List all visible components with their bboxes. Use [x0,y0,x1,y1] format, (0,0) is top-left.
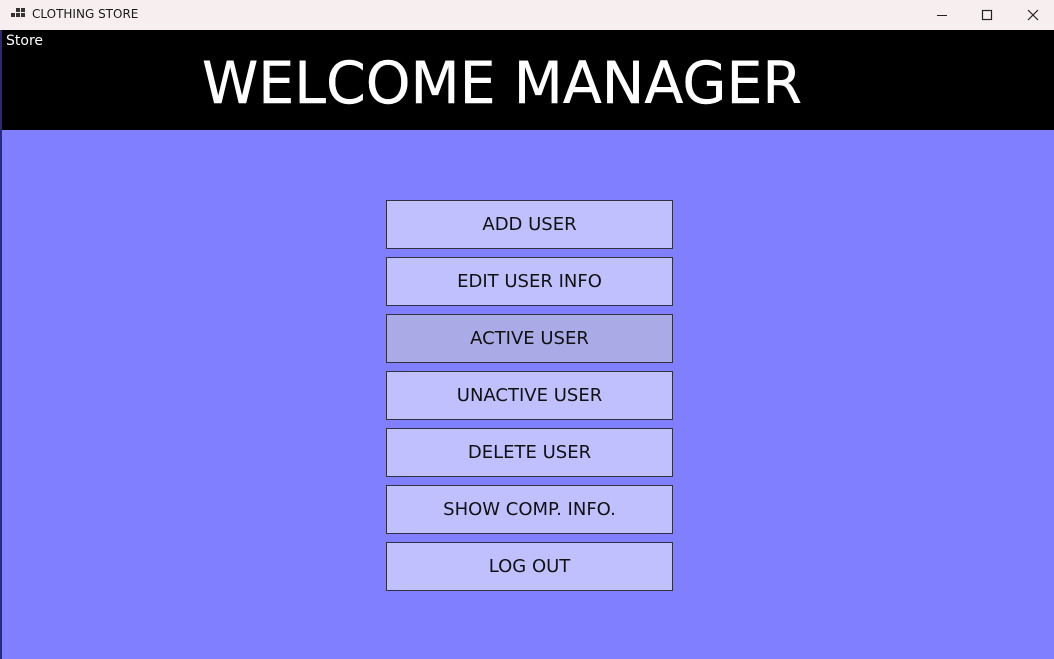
maximize-icon [981,9,993,21]
log-out-button[interactable]: LOG OUT [386,542,673,591]
welcome-heading: WELCOME MANAGER [202,50,802,114]
show-company-info-button[interactable]: SHOW COMP. INFO. [386,485,673,534]
unactive-user-button[interactable]: UNACTIVE USER [386,371,673,420]
app-icon [11,8,25,17]
add-user-button[interactable]: ADD USER [386,200,673,249]
window-title: CLOTHING STORE [32,7,139,21]
minimize-icon [937,15,947,16]
active-user-button[interactable]: ACTIVE USER [386,314,673,363]
close-button[interactable] [1010,0,1054,30]
header-banner: Store WELCOME MANAGER [2,30,1054,130]
welcome-text: WELCOME MANAGER [202,50,802,114]
app-window: CLOTHING STORE Store WELCOME MANAGER ADD… [0,0,1054,659]
minimize-button[interactable] [919,0,965,30]
edit-user-info-button[interactable]: EDIT USER INFO [386,257,673,306]
store-menu[interactable]: Store [6,33,43,49]
title-bar[interactable]: CLOTHING STORE [0,0,1054,30]
maximize-button[interactable] [964,0,1010,30]
delete-user-button[interactable]: DELETE USER [386,428,673,477]
manager-menu: ADD USER EDIT USER INFO ACTIVE USER UNAC… [386,200,673,599]
close-icon [1027,9,1039,21]
